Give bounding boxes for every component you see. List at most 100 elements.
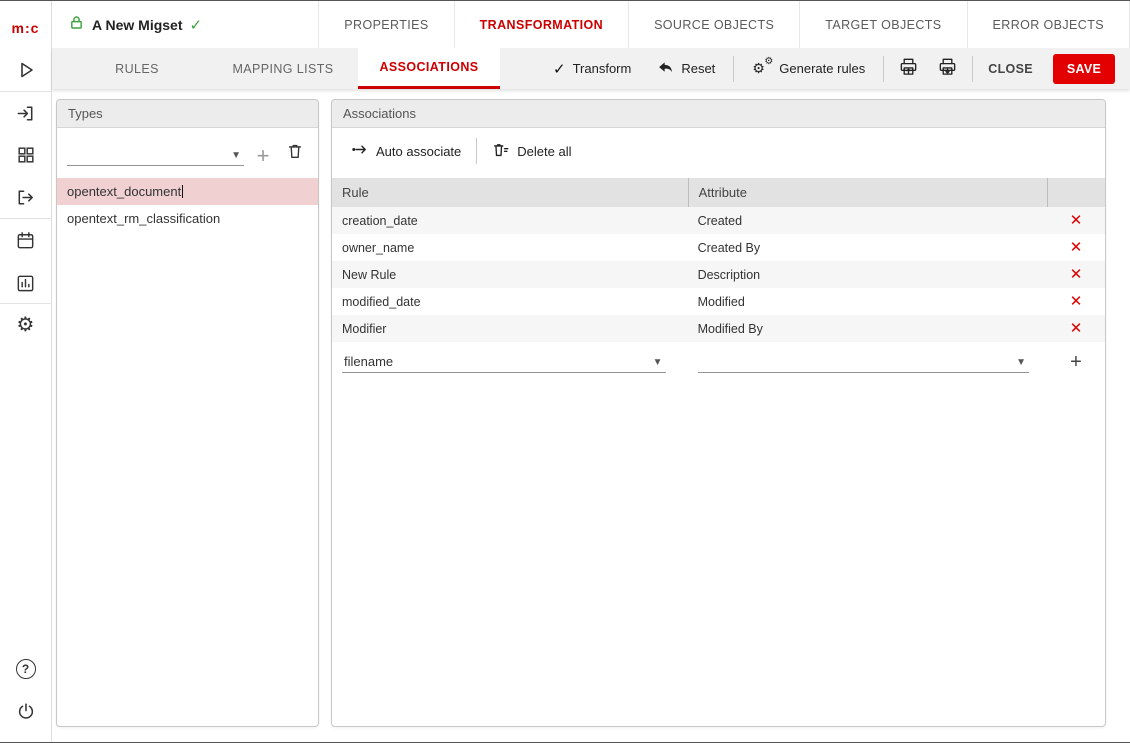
new-attribute-select[interactable]: ▼ xyxy=(698,351,1029,373)
new-rule-select[interactable]: filename ▼ xyxy=(342,351,666,373)
rule-cell: creation_date xyxy=(332,214,688,228)
rule-cell: owner_name xyxy=(332,241,688,255)
list-item-opentext-rm-classification[interactable]: opentext_rm_classification xyxy=(57,205,318,232)
column-header-actions xyxy=(1047,178,1105,207)
new-rule-select-value: filename xyxy=(344,354,393,369)
auto-associate-label: Auto associate xyxy=(376,144,461,159)
attribute-cell: Created xyxy=(688,214,1047,228)
tab-associations[interactable]: ASSOCIATIONS xyxy=(358,48,500,89)
transform-label: Transform xyxy=(573,61,632,76)
reports-icon xyxy=(15,272,36,293)
tab-transformation[interactable]: TRANSFORMATION xyxy=(454,1,628,48)
sidebar-item-import[interactable] xyxy=(0,92,52,134)
rule-cell: New Rule xyxy=(332,268,688,282)
reset-button[interactable]: Reset xyxy=(644,59,728,79)
rule-cell: modified_date xyxy=(332,295,688,309)
add-type-button[interactable]: + xyxy=(250,146,276,166)
valid-check-icon: ✓ xyxy=(190,16,203,34)
sidebar-item-help[interactable]: ? xyxy=(0,648,52,690)
calendar-icon xyxy=(15,230,36,251)
sidebar-item-dashboard[interactable] xyxy=(0,134,52,176)
rule-cell: Modifier xyxy=(332,322,688,336)
export-icon xyxy=(15,187,36,208)
sidebar: m:c xyxy=(0,1,52,742)
transformation-toolbar: RULES MAPPING LISTS ASSOCIATIONS ✓ Trans… xyxy=(52,48,1130,89)
save-button[interactable]: SAVE xyxy=(1053,54,1115,84)
help-icon: ? xyxy=(16,659,36,679)
delete-type-button[interactable] xyxy=(282,142,308,166)
generate-rules-icon: ⚙ ⚙ xyxy=(752,60,772,78)
auto-associate-icon xyxy=(350,140,369,162)
sidebar-item-reports[interactable] xyxy=(0,261,52,303)
play-icon xyxy=(15,59,37,81)
toolbar-divider xyxy=(972,56,973,82)
delete-sweep-icon xyxy=(492,141,510,162)
table-row[interactable]: New Rule Description ✕ xyxy=(332,261,1105,288)
table-row[interactable]: modified_date Modified ✕ xyxy=(332,288,1105,315)
new-association-row: filename ▼ ▼ + xyxy=(332,342,1105,382)
tab-error-objects[interactable]: ERROR OBJECTS xyxy=(967,1,1130,48)
sidebar-item-scheduler[interactable] xyxy=(0,219,52,261)
run-button[interactable] xyxy=(0,49,52,91)
delete-association-icon[interactable]: ✕ xyxy=(1070,240,1083,255)
table-row[interactable]: Modifier Modified By ✕ xyxy=(332,315,1105,342)
tab-properties[interactable]: PROPERTIES xyxy=(318,1,453,48)
type-list: opentext_document opentext_rm_classifica… xyxy=(57,178,318,726)
reset-label: Reset xyxy=(681,61,715,76)
toolbar-actions: ✓ Transform Reset ⚙ ⚙ Generate rules xyxy=(500,48,1130,89)
table-row[interactable]: owner_name Created By ✕ xyxy=(332,234,1105,261)
table-row[interactable]: creation_date Created ✕ xyxy=(332,207,1105,234)
main-area: A New Migset ✓ PROPERTIES TRANSFORMATION… xyxy=(52,1,1130,742)
tab-target-objects[interactable]: TARGET OBJECTS xyxy=(799,1,966,48)
delete-association-icon[interactable]: ✕ xyxy=(1070,294,1083,309)
associations-panel: Associations Auto associate Delete all xyxy=(331,99,1106,727)
sub-tabs: RULES MAPPING LISTS ASSOCIATIONS xyxy=(66,48,500,89)
delete-association-icon[interactable]: ✕ xyxy=(1070,213,1083,228)
column-header-rule: Rule xyxy=(332,178,688,207)
generate-rules-button[interactable]: ⚙ ⚙ Generate rules xyxy=(739,60,878,78)
content-area: Types ▼ + opentext_document opent xyxy=(52,89,1130,742)
types-panel-title: Types xyxy=(57,100,318,128)
sidebar-bottom-group: ? xyxy=(0,648,52,742)
print-import-button[interactable] xyxy=(928,56,967,82)
tab-mapping-lists[interactable]: MAPPING LISTS xyxy=(208,48,358,89)
printer-export-icon xyxy=(898,56,919,82)
delete-association-icon[interactable]: ✕ xyxy=(1070,267,1083,282)
attribute-cell: Description xyxy=(688,268,1047,282)
lock-icon xyxy=(68,14,85,36)
sidebar-item-settings[interactable]: ⚙ xyxy=(0,304,52,346)
attribute-cell: Modified By xyxy=(688,322,1047,336)
power-icon xyxy=(16,701,36,721)
settings-gear-icon: ⚙ xyxy=(17,315,35,335)
trash-icon xyxy=(286,142,304,165)
add-association-button[interactable]: + xyxy=(1070,352,1082,372)
column-header-attribute: Attribute xyxy=(688,178,1047,207)
tab-source-objects[interactable]: SOURCE OBJECTS xyxy=(628,1,799,48)
toolbar-divider xyxy=(733,56,734,82)
delete-all-button[interactable]: Delete all xyxy=(482,141,581,162)
printer-import-icon xyxy=(937,56,958,82)
chevron-down-icon: ▼ xyxy=(1016,358,1026,368)
chevron-down-icon: ▼ xyxy=(231,151,241,161)
toolbar-divider xyxy=(883,56,884,82)
app-logo: m:c xyxy=(12,7,40,49)
close-button[interactable]: CLOSE xyxy=(978,54,1043,84)
type-select[interactable]: ▼ xyxy=(67,144,244,166)
delete-all-label: Delete all xyxy=(517,144,571,159)
chevron-down-icon: ▼ xyxy=(653,358,663,368)
generate-rules-label: Generate rules xyxy=(779,61,865,76)
associations-table-body: creation_date Created ✕ owner_name Creat… xyxy=(332,207,1105,342)
sidebar-item-logout[interactable] xyxy=(0,690,52,732)
tab-rules[interactable]: RULES xyxy=(66,48,208,89)
print-export-button[interactable] xyxy=(889,56,928,82)
auto-associate-button[interactable]: Auto associate xyxy=(340,140,471,162)
text-caret xyxy=(182,185,183,198)
associations-table-header: Rule Attribute xyxy=(332,178,1105,207)
type-add-row: ▼ + xyxy=(57,128,318,178)
transform-button[interactable]: ✓ Transform xyxy=(540,60,644,78)
types-panel: Types ▼ + opentext_document opent xyxy=(56,99,319,727)
list-item-opentext-document[interactable]: opentext_document xyxy=(57,178,318,205)
associations-toolbar: Auto associate Delete all xyxy=(332,128,1105,174)
sidebar-item-export[interactable] xyxy=(0,176,52,218)
delete-association-icon[interactable]: ✕ xyxy=(1070,321,1083,336)
